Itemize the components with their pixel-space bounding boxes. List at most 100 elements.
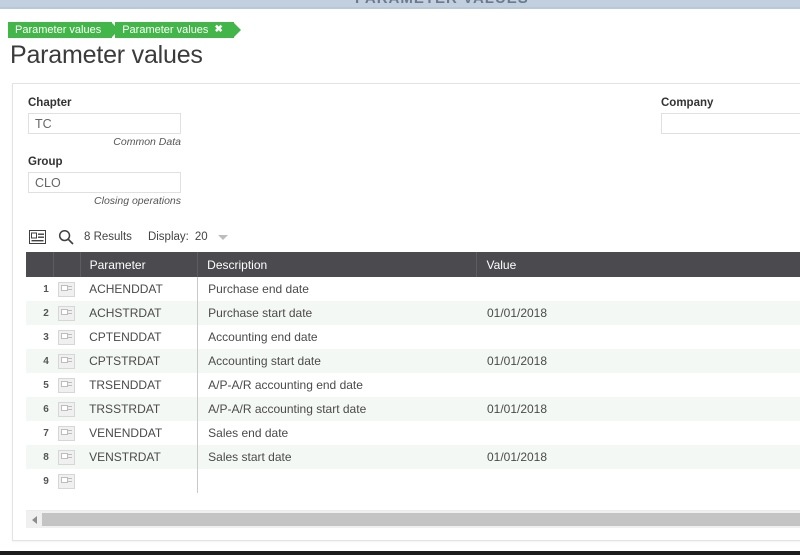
app-header-title: PARAMETER VALUES	[355, 0, 529, 7]
column-header-rownum[interactable]	[26, 252, 54, 277]
row-number: 1	[26, 277, 54, 301]
search-icon[interactable]	[56, 229, 75, 245]
row-detail-icon[interactable]	[58, 402, 75, 417]
column-header-description[interactable]: Description	[198, 252, 477, 277]
row-detail-icon[interactable]	[58, 306, 75, 321]
cell-description[interactable]: Accounting start date	[198, 349, 477, 373]
row-detail-cell	[54, 421, 80, 445]
cell-parameter[interactable]	[80, 469, 198, 493]
cell-parameter[interactable]: CPTSTRDAT	[80, 349, 198, 373]
close-icon[interactable]: ✖	[214, 22, 222, 38]
horizontal-scrollbar[interactable]	[26, 510, 800, 528]
company-label: Company	[661, 97, 800, 109]
group-label: Group	[28, 156, 181, 168]
row-detail-icon[interactable]	[58, 450, 75, 465]
row-number: 4	[26, 349, 54, 373]
cell-description[interactable]: A/P-A/R accounting start date	[198, 397, 477, 421]
field-group: Group Closing operations	[28, 156, 181, 207]
company-input[interactable]	[661, 113, 800, 134]
cell-description[interactable]	[198, 469, 477, 493]
row-detail-cell	[54, 445, 80, 469]
cell-value[interactable]: 01/01/2018	[477, 301, 800, 325]
breadcrumb: Parameter values Parameter values ✖	[8, 22, 237, 38]
table-row[interactable]: 7 VENENDDAT Sales end date	[26, 421, 800, 445]
row-detail-cell	[54, 325, 80, 349]
cell-description[interactable]: Purchase end date	[198, 277, 477, 301]
cell-value[interactable]	[477, 373, 800, 397]
column-header-icon[interactable]	[54, 252, 80, 277]
breadcrumb-item-2[interactable]: Parameter values ✖	[115, 22, 234, 38]
row-detail-cell	[54, 277, 80, 301]
display-value[interactable]: 20	[195, 231, 208, 243]
cell-description[interactable]: Purchase start date	[198, 301, 477, 325]
table-row[interactable]: 2 ACHSTRDAT Purchase start date 01/01/20…	[26, 301, 800, 325]
display-label: Display:	[148, 231, 189, 243]
cell-description[interactable]: Sales start date	[198, 445, 477, 469]
row-detail-icon[interactable]	[58, 282, 75, 297]
cell-parameter[interactable]: TRSSTRDAT	[80, 397, 198, 421]
table-row[interactable]: 5 TRSENDDAT A/P-A/R accounting end date	[26, 373, 800, 397]
cell-parameter[interactable]: TRSENDDAT	[80, 373, 198, 397]
cell-parameter[interactable]: ACHENDDAT	[80, 277, 198, 301]
chapter-hint: Common Data	[28, 136, 181, 148]
table-row[interactable]: 6 TRSSTRDAT A/P-A/R accounting start dat…	[26, 397, 800, 421]
row-detail-icon[interactable]	[58, 330, 75, 345]
row-detail-icon[interactable]	[58, 474, 75, 489]
column-header-parameter[interactable]: Parameter	[80, 252, 198, 277]
row-detail-cell	[54, 469, 80, 493]
chevron-down-icon[interactable]	[218, 235, 228, 240]
results-count: 8 Results	[84, 231, 132, 243]
results-grid: Parameter Description Value 1 ACHENDDAT …	[26, 252, 800, 509]
chapter-input[interactable]	[28, 113, 181, 134]
row-number: 5	[26, 373, 54, 397]
cell-description[interactable]: Accounting end date	[198, 325, 477, 349]
cell-value[interactable]: 01/01/2018	[477, 445, 800, 469]
cell-parameter[interactable]: VENENDDAT	[80, 421, 198, 445]
cell-description[interactable]: Sales end date	[198, 421, 477, 445]
table-row[interactable]: 4 CPTSTRDAT Accounting start date 01/01/…	[26, 349, 800, 373]
cell-value[interactable]	[477, 277, 800, 301]
scrollbar-thumb[interactable]	[42, 513, 800, 526]
cell-parameter[interactable]: VENSTRDAT	[80, 445, 198, 469]
row-number: 9	[26, 469, 54, 493]
row-number: 2	[26, 301, 54, 325]
breadcrumb-item-2-label: Parameter values	[122, 22, 208, 38]
cell-parameter[interactable]: CPTENDDAT	[80, 325, 198, 349]
column-header-value[interactable]: Value	[477, 252, 800, 277]
cell-parameter[interactable]: ACHSTRDAT	[80, 301, 198, 325]
row-detail-cell	[54, 373, 80, 397]
table-row[interactable]: 8 VENSTRDAT Sales start date 01/01/2018	[26, 445, 800, 469]
app-header-strip: PARAMETER VALUES	[0, 0, 800, 9]
chapter-label: Chapter	[28, 97, 181, 109]
cell-value[interactable]: 01/01/2018	[477, 397, 800, 421]
app-header-rule	[0, 7, 800, 9]
parameters-table: Parameter Description Value 1 ACHENDDAT …	[26, 252, 800, 493]
group-hint: Closing operations	[28, 195, 181, 207]
form-area: Chapter Common Data Group Closing operat…	[13, 84, 800, 217]
row-detail-icon[interactable]	[58, 378, 75, 393]
main-panel: Chapter Common Data Group Closing operat…	[12, 83, 800, 541]
cell-value[interactable]	[477, 421, 800, 445]
row-detail-icon[interactable]	[58, 426, 75, 441]
scroll-left-arrow-icon[interactable]	[26, 511, 42, 528]
card-view-icon[interactable]	[28, 229, 47, 245]
group-input[interactable]	[28, 172, 181, 193]
row-number: 6	[26, 397, 54, 421]
window-bottom-edge	[0, 551, 800, 555]
table-row[interactable]: 1 ACHENDDAT Purchase end date	[26, 277, 800, 301]
field-chapter: Chapter Common Data	[28, 97, 181, 148]
table-row[interactable]: 9	[26, 469, 800, 493]
results-toolbar: 8 Results Display: 20	[28, 227, 228, 247]
cell-value[interactable]	[477, 469, 800, 493]
row-detail-icon[interactable]	[58, 354, 75, 369]
field-company: Company	[661, 97, 800, 134]
cell-value[interactable]: 01/01/2018	[477, 349, 800, 373]
cell-value[interactable]	[477, 325, 800, 349]
row-number: 8	[26, 445, 54, 469]
breadcrumb-item-1[interactable]: Parameter values	[8, 22, 112, 38]
cell-description[interactable]: A/P-A/R accounting end date	[198, 373, 477, 397]
table-row[interactable]: 3 CPTENDDAT Accounting end date	[26, 325, 800, 349]
page-title: Parameter values	[10, 41, 203, 70]
row-detail-cell	[54, 349, 80, 373]
breadcrumb-item-1-label: Parameter values	[15, 22, 101, 38]
